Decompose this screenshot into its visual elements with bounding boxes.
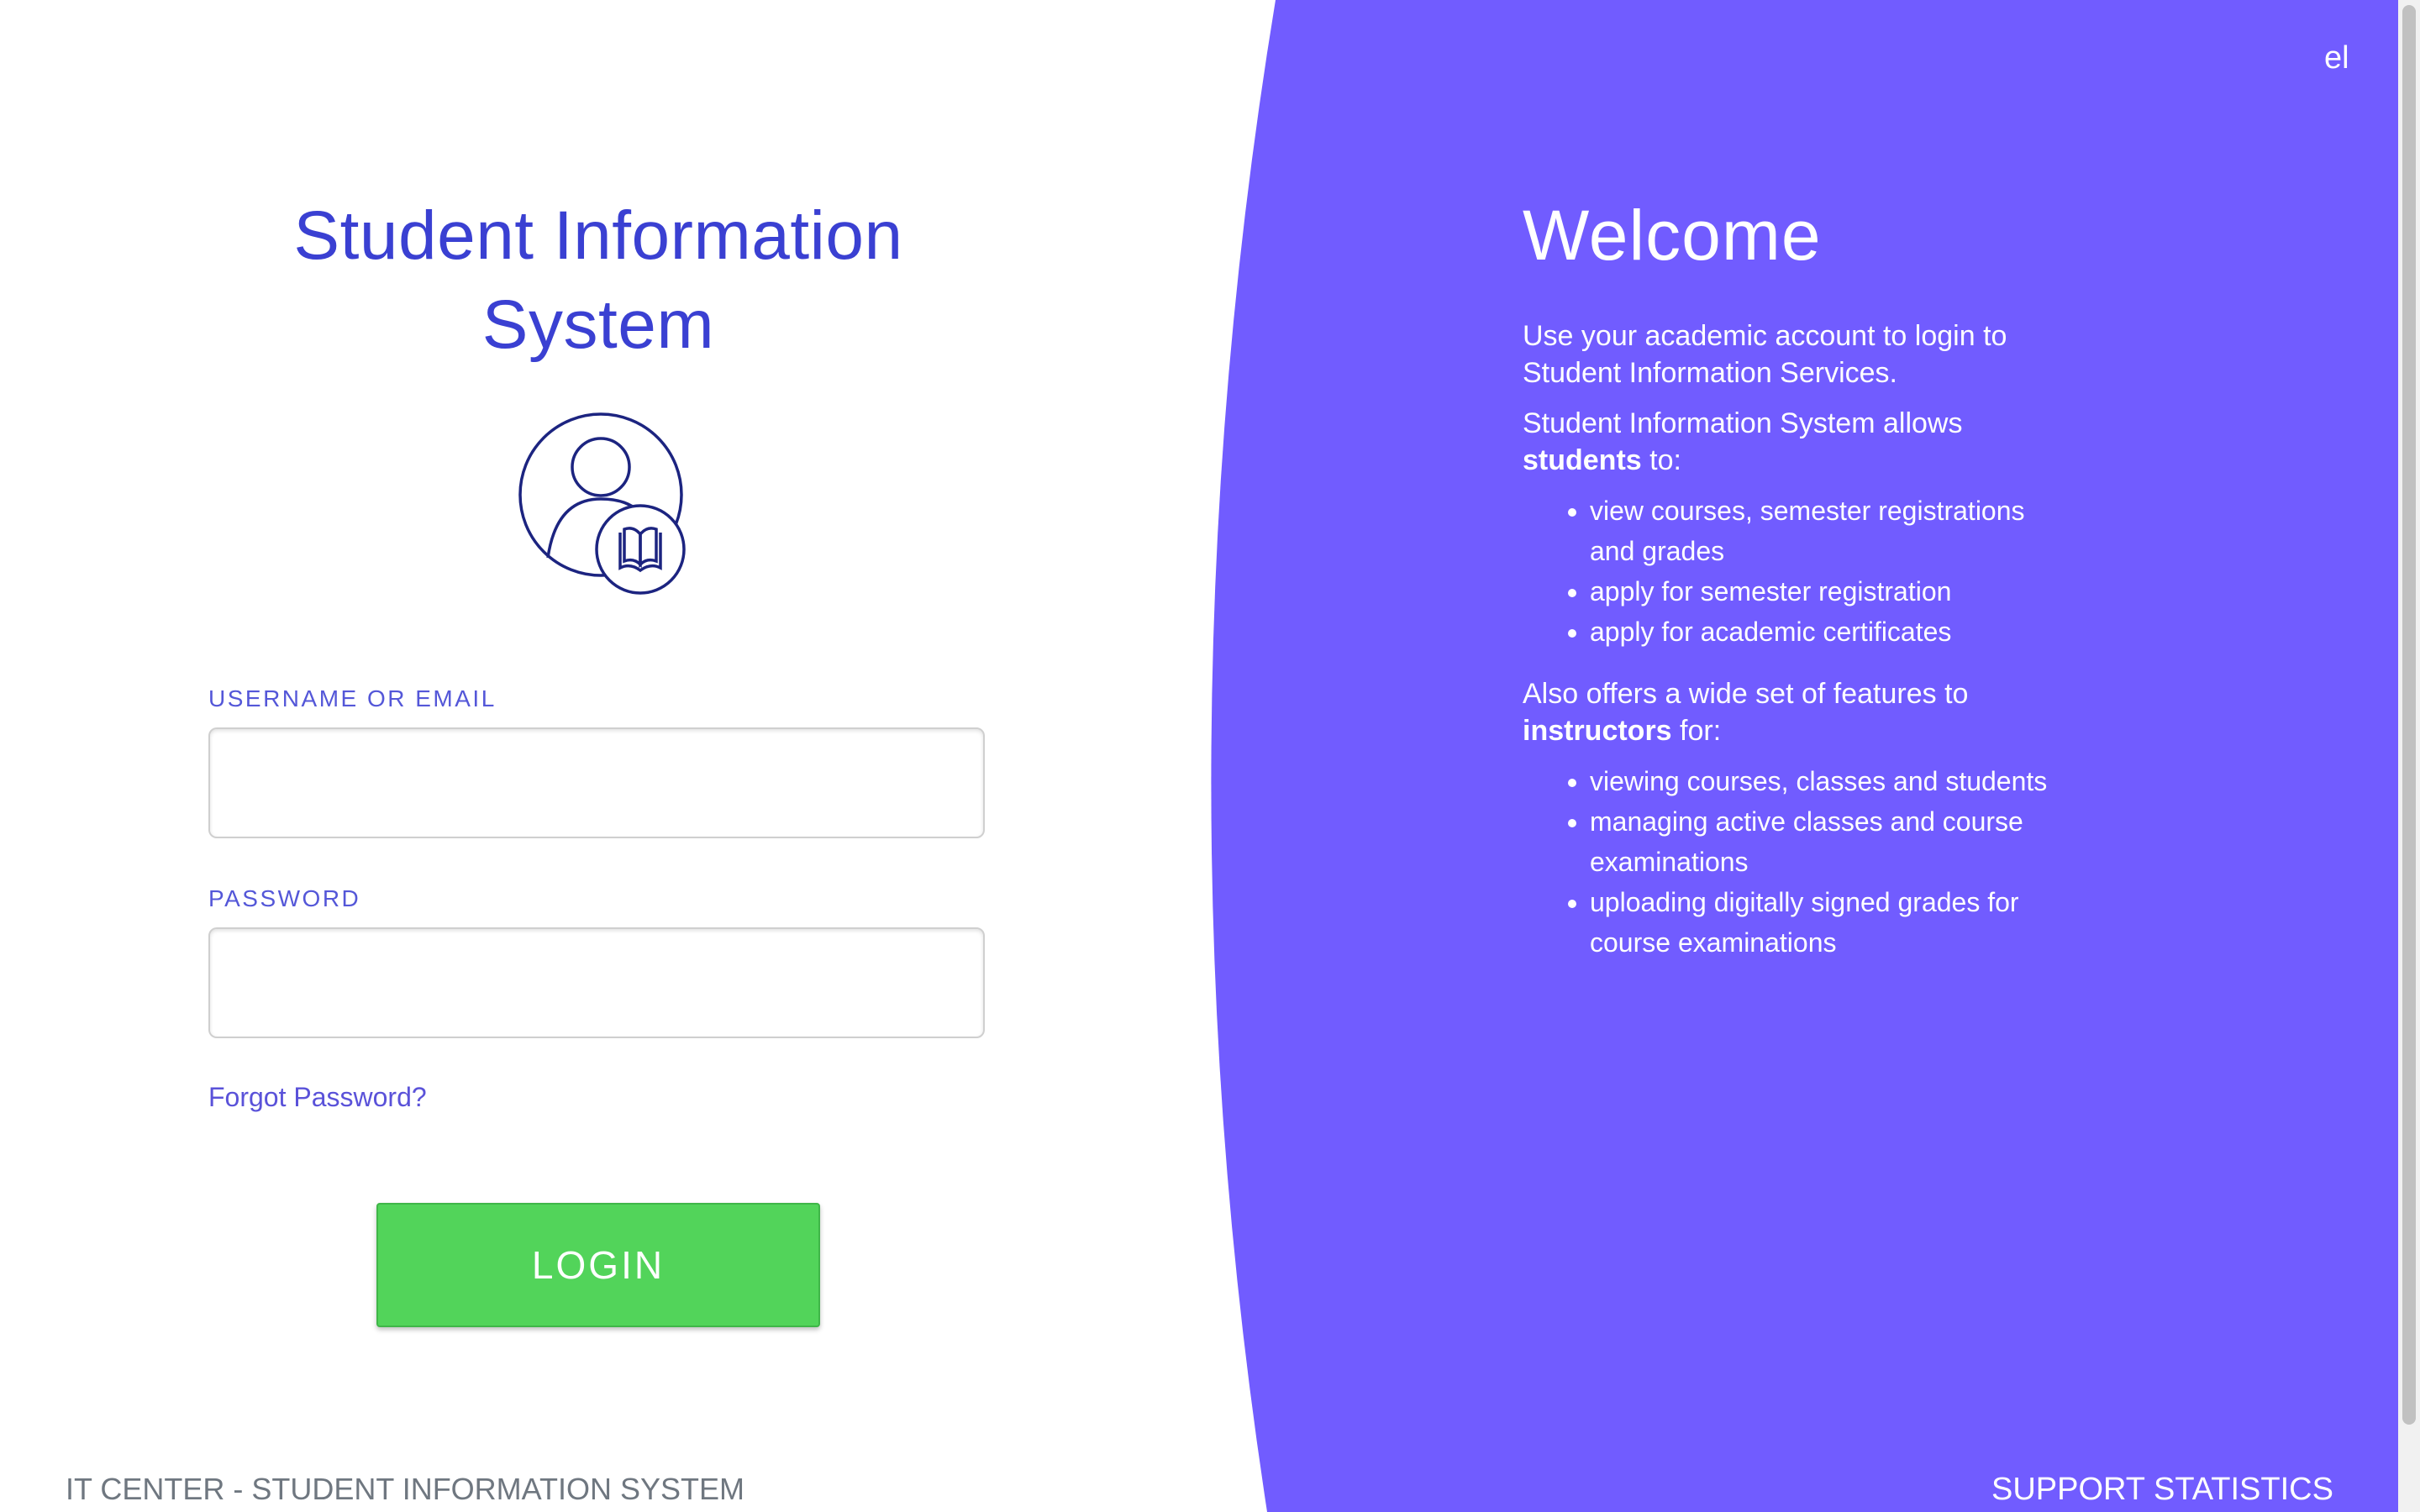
login-button[interactable]: LOGIN — [376, 1203, 820, 1327]
username-label: USERNAME OR EMAIL — [208, 685, 497, 711]
instructors-intro-suffix: for: — [1671, 715, 1722, 747]
students-intro-suffix: to: — [1641, 444, 1681, 476]
login-page: Student Information System USERNAME OR E… — [0, 0, 2420, 1512]
app-title-line-1: Student Information — [293, 197, 903, 274]
scrollbar-thumb[interactable] — [2402, 5, 2416, 1425]
app-title: Student Information System — [208, 192, 988, 370]
instructors-intro-bold: instructors — [1523, 715, 1672, 747]
list-item: apply for academic certificates — [1590, 612, 2060, 652]
app-title-line-2: System — [481, 286, 715, 363]
list-item: managing active classes and course exami… — [1590, 801, 2060, 882]
instructors-intro: Also offers a wide set of features to in… — [1523, 675, 2060, 749]
list-item: apply for semester registration — [1590, 571, 2060, 612]
welcome-panel: Welcome Use your academic account to log… — [1523, 193, 2060, 963]
students-intro-prefix: Student Information System allows — [1523, 407, 1963, 439]
welcome-heading: Welcome — [1523, 196, 1822, 275]
student-reading-book-icon — [518, 412, 686, 595]
list-item: view courses, semester registrations and… — [1590, 491, 2060, 571]
page-scrollbar[interactable] — [2398, 0, 2420, 1512]
support-link[interactable]: SUPPORT — [1991, 1472, 2145, 1508]
list-item: uploading digitally signed grades for co… — [1590, 882, 2060, 963]
forgot-password-link[interactable]: Forgot Password? — [208, 1082, 427, 1113]
list-item: viewing courses, classes and students — [1590, 761, 2060, 801]
password-label: PASSWORD — [208, 885, 361, 911]
password-input[interactable] — [208, 927, 985, 1038]
instructors-intro-prefix: Also offers a wide set of features to — [1523, 678, 1969, 710]
statistics-link[interactable]: STATISTICS — [2154, 1472, 2333, 1508]
students-intro-bold: students — [1523, 444, 1642, 476]
username-input[interactable] — [208, 727, 985, 838]
footer-site-name: IT CENTER - STUDENT INFORMATION SYSTEM — [66, 1472, 745, 1506]
instructor-features-list: viewing courses, classes and students ma… — [1523, 761, 2060, 963]
language-switch[interactable]: el — [2324, 40, 2349, 76]
students-intro: Student Information System allows studen… — [1523, 405, 2060, 479]
student-features-list: view courses, semester registrations and… — [1523, 491, 2060, 652]
welcome-intro: Use your academic account to login to St… — [1523, 320, 2007, 389]
